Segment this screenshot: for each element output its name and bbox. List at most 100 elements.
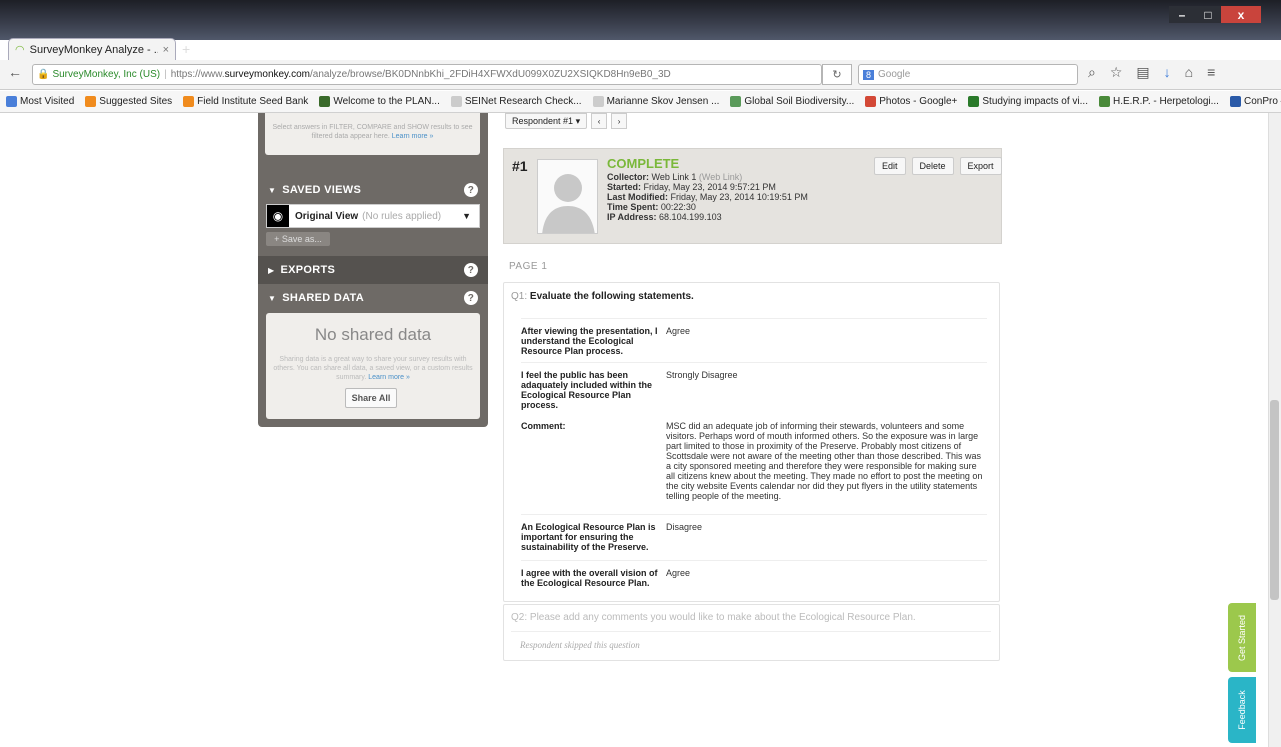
window-controls: – □ x — [1169, 6, 1261, 23]
close-tab-icon[interactable]: × — [163, 44, 169, 56]
respondent-metadata: Collector: Web Link 1 (Web Link) Started… — [607, 172, 808, 222]
bookmark-icon — [6, 96, 17, 107]
download-icon[interactable]: ↓ — [1164, 64, 1171, 81]
view-subtitle: (No rules applied) — [362, 210, 442, 222]
bookmark-item[interactable]: Welcome to the PLAN... — [319, 96, 440, 107]
search-icon[interactable]: ⌕ — [1088, 64, 1096, 81]
bookmark-label: H.E.R.P. - Herpetologi... — [1112, 96, 1219, 107]
collector-value: Web Link 1 — [651, 172, 697, 182]
bookmark-item[interactable]: ConPro — ConPro — [1229, 96, 1281, 107]
bookmark-item[interactable]: Global Soil Biodiversity... — [730, 96, 854, 107]
edit-button[interactable]: Edit — [874, 157, 906, 175]
saved-views-header[interactable]: ▼ SAVED VIEWS ? — [258, 176, 488, 204]
lock-icon: 🔒 — [37, 69, 50, 80]
no-shared-data-text: No shared data — [314, 325, 432, 344]
reload-icon[interactable]: ↻ — [822, 64, 852, 85]
divider — [511, 631, 991, 632]
saved-view-select[interactable]: ◉ Original View (No rules applied) ▼ — [266, 204, 480, 228]
bookmark-icon — [592, 96, 604, 107]
status-badge: COMPLETE — [607, 156, 680, 171]
bookmark-item[interactable]: Photos - Google+ — [865, 96, 957, 107]
address-bar[interactable]: 🔒 SurveyMonkey, Inc (US) | https://www. s… — [32, 64, 822, 85]
bookmark-label: Welcome to the PLAN... — [333, 96, 440, 107]
url-scheme: https://www. — [170, 69, 225, 80]
question-title: Q2: Please add any comments you would li… — [511, 612, 916, 623]
bookmark-label: Studying impacts of vi... — [982, 96, 1088, 107]
statement-answer: Disagree — [666, 522, 703, 532]
site-identity: SurveyMonkey, Inc (US) — [52, 69, 161, 80]
export-button[interactable]: Export — [959, 157, 1002, 175]
bookmark-item[interactable]: H.E.R.P. - Herpetologi... — [1098, 96, 1219, 107]
question-text: Evaluate the following statements. — [529, 291, 694, 302]
prev-respondent-button[interactable]: ‹ — [591, 113, 608, 129]
view-name: Original View — [295, 210, 359, 222]
close-window-button[interactable]: x — [1221, 6, 1261, 23]
url-path: /analyze/browse/BK0DNnbKhi_2FDiH4XFWXdU0… — [310, 69, 671, 80]
respondent-dropdown-label: Respondent #1 — [512, 116, 574, 126]
maximize-button[interactable]: □ — [1195, 6, 1221, 23]
bookmark-label: SEINet Research Check... — [464, 96, 582, 107]
time-spent-label: Time Spent: — [607, 202, 659, 212]
eye-icon: ◉ — [267, 205, 289, 227]
new-tab-button[interactable]: + — [182, 41, 190, 57]
skipped-note: Respondent skipped this question — [520, 640, 640, 650]
bookmark-label: Photos - Google+ — [879, 96, 958, 107]
menu-icon[interactable]: ≡ — [1207, 64, 1215, 81]
get-started-label: Get Started — [1237, 614, 1247, 661]
get-started-tab[interactable]: Get Started — [1228, 603, 1256, 672]
statement-label: After viewing the presentation, I unders… — [521, 326, 658, 356]
bookmark-item[interactable]: Studying impacts of vi... — [968, 96, 1088, 107]
bookmark-icon — [865, 96, 877, 107]
back-arrow-icon[interactable]: ← — [8, 64, 30, 85]
statement-answer: Agree — [666, 568, 691, 578]
help-icon[interactable]: ? — [464, 291, 478, 305]
shared-data-header[interactable]: ▼ SHARED DATA ? — [258, 284, 488, 312]
dropdown-caret-icon: ▼ — [462, 211, 471, 221]
bookmark-label: Field Institute Seed Bank — [197, 96, 309, 107]
bookmark-icon — [450, 96, 462, 107]
search-box[interactable]: 8 Google — [858, 64, 1078, 85]
scrollbar-thumb[interactable] — [1270, 400, 1279, 600]
bookmark-icon — [319, 96, 331, 107]
bookmark-item[interactable]: Suggested Sites — [85, 96, 172, 107]
minimize-button[interactable]: – — [1169, 6, 1195, 23]
respondent-dropdown[interactable]: Respondent #1 ▾ — [505, 113, 588, 129]
chevron-down-icon: ▾ — [575, 115, 581, 126]
bookmarks-menu-icon[interactable]: ▤ — [1136, 64, 1149, 81]
avatar — [537, 159, 598, 234]
bookmark-item[interactable]: Marianne Skov Jensen ... — [592, 96, 719, 107]
statement-label: I agree with the overall vision of the E… — [521, 568, 658, 588]
bookmark-item[interactable]: SEINet Research Check... — [450, 96, 582, 107]
browser-tab[interactable]: ◠ SurveyMonkey Analyze - ... × — [8, 38, 176, 60]
bookmark-item[interactable]: Field Institute Seed Bank — [183, 96, 308, 107]
ip-value: 68.104.199.103 — [659, 212, 722, 222]
tab-title: SurveyMonkey Analyze - ... — [29, 43, 158, 56]
bookmark-icon — [85, 96, 97, 107]
learn-more-link[interactable]: Learn more » — [392, 133, 434, 140]
bookmark-icon — [183, 96, 195, 107]
feedback-tab[interactable]: Feedback — [1228, 677, 1256, 743]
modified-value: Friday, May 23, 2014 10:19:51 PM — [670, 192, 808, 202]
bookmark-label: Most Visited — [20, 96, 75, 107]
learn-more-link[interactable]: Learn more » — [368, 374, 410, 381]
home-icon[interactable]: ⌂ — [1185, 64, 1193, 81]
comment-label: Comment: — [521, 421, 566, 431]
bookmark-item[interactable]: Most Visited — [6, 96, 74, 107]
share-all-button[interactable]: Share All — [345, 388, 397, 408]
collapse-arrow-icon: ▼ — [268, 293, 277, 303]
save-as-button[interactable]: + Save as... — [266, 232, 330, 246]
exports-header[interactable]: ▶ EXPORTS ? — [258, 256, 488, 284]
question-number: Q1: — [511, 291, 528, 302]
next-respondent-button[interactable]: › — [611, 113, 628, 129]
help-icon[interactable]: ? — [464, 263, 478, 277]
table-row: Comment: MSC did an adequate job of info… — [521, 414, 987, 501]
delete-button[interactable]: Delete — [911, 157, 954, 175]
table-row: I agree with the overall vision of the E… — [521, 560, 987, 588]
expand-arrow-icon: ▶ — [268, 265, 275, 275]
collector-label: Collector: — [607, 172, 650, 182]
bookmark-star-icon[interactable]: ☆ — [1110, 64, 1123, 81]
modified-label: Last Modified: — [607, 192, 668, 202]
surveymonkey-favicon-icon: ◠ — [15, 44, 25, 56]
help-icon[interactable]: ? — [464, 183, 478, 197]
filter-info-panel: Select answers in FILTER, COMPARE and SH… — [265, 113, 480, 155]
